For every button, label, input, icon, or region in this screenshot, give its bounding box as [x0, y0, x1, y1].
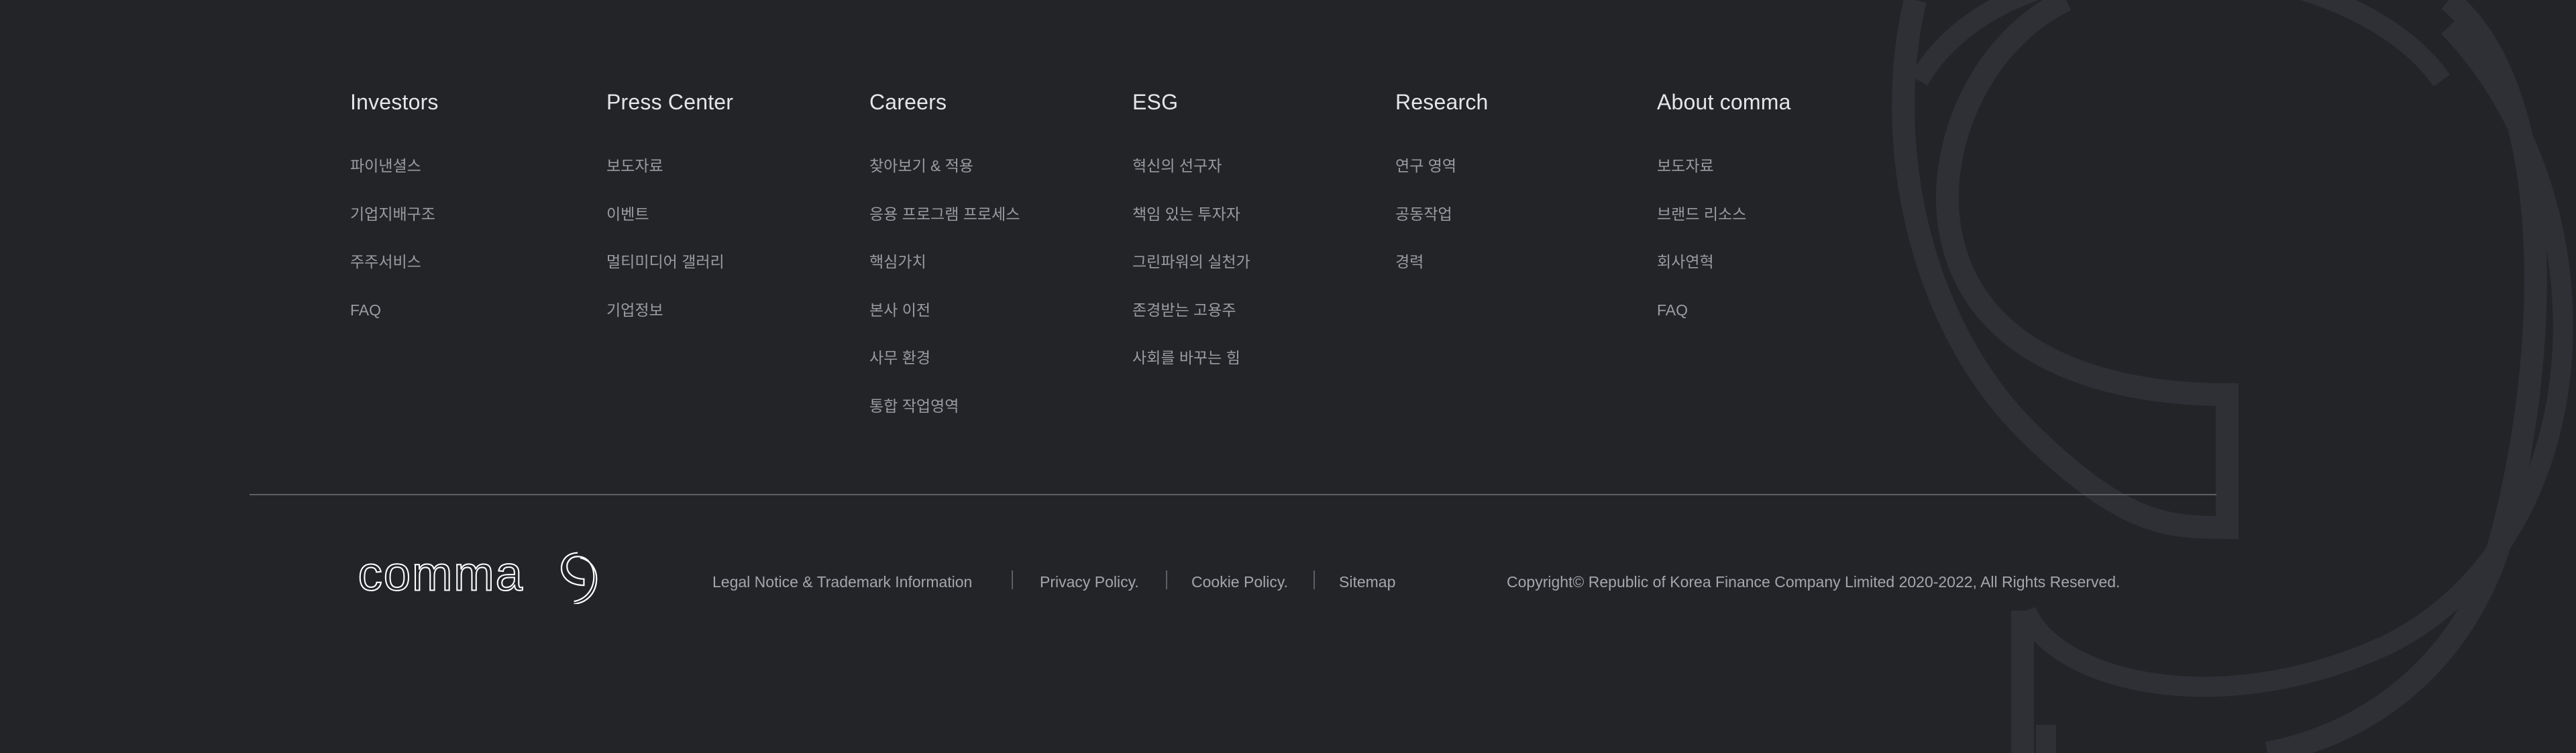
footer-link[interactable]: FAQ	[1657, 301, 1688, 319]
footer-column-title: Research	[1395, 90, 1489, 114]
footer-link[interactable]: FAQ	[350, 301, 381, 319]
footer-link[interactable]: 찾아보기 & 적용	[869, 157, 973, 174]
footer-link[interactable]: 이벤트	[606, 205, 649, 223]
link-separator	[1166, 570, 1167, 589]
sitemap-link[interactable]: Sitemap	[1339, 572, 1395, 592]
legal-notice-link[interactable]: Legal Notice & Trademark Information	[712, 572, 972, 592]
privacy-policy-link[interactable]: Privacy Policy.	[1040, 572, 1139, 592]
cookie-policy-link[interactable]: Cookie Policy.	[1191, 572, 1288, 592]
footer-link[interactable]: 그린파워의 실천가	[1132, 253, 1250, 270]
footer-link[interactable]: 경력	[1395, 253, 1424, 270]
footer-column-title: Investors	[350, 90, 439, 114]
link-separator	[1313, 570, 1315, 589]
footer-link[interactable]: 파이낸셜스	[350, 157, 421, 174]
footer-column-title: Press Center	[606, 90, 734, 114]
footer-link[interactable]: 보도자료	[1657, 157, 1714, 174]
footer-link[interactable]: 존경받는 고용주	[1132, 301, 1236, 319]
footer-link[interactable]: 핵심가치	[869, 253, 926, 270]
footer-link[interactable]: 멀티미디어 갤러리	[606, 253, 724, 270]
footer-link[interactable]: 기업지배구조	[350, 205, 435, 223]
footer-column-about-comma: About comma 보도자료 브랜드 리소스 회사연혁 FAQ	[1657, 89, 1791, 348]
footer-column-press-center: Press Center 보도자료 이벤트 멀티미디어 갤러리 기업정보	[606, 89, 733, 348]
footer-link[interactable]: 사무 환경	[869, 349, 930, 366]
footer-link[interactable]: 연구 영역	[1395, 157, 1456, 174]
footer-link[interactable]: 브랜드 리소스	[1657, 205, 1746, 223]
footer-divider	[250, 494, 2216, 495]
footer-column-esg: ESG 혁신의 선구자 책임 있는 투자자 그린파워의 실천가 존경받는 고용주…	[1132, 89, 1250, 396]
logo-wordmark: comma	[358, 550, 524, 601]
footer-link[interactable]: 응용 프로그램 프로세스	[869, 205, 1020, 223]
footer-link[interactable]: 공동작업	[1395, 205, 1452, 223]
footer-link[interactable]: 책임 있는 투자자	[1132, 205, 1240, 223]
footer-link[interactable]: 보도자료	[606, 157, 663, 174]
footer-link[interactable]: 사회를 바꾸는 힘	[1132, 349, 1240, 366]
footer-column-research: Research 연구 영역 공동작업 경력	[1395, 89, 1489, 300]
footer-column-title: About comma	[1657, 90, 1791, 114]
copyright-text: Copyright© Republic of Korea Finance Com…	[1507, 573, 2121, 591]
footer-column-careers: Careers 찾아보기 & 적용 응용 프로그램 프로세스 핵심가치 본사 이…	[869, 89, 1020, 444]
footer-link[interactable]: 회사연혁	[1657, 253, 1714, 270]
comma-logo[interactable]: comma	[349, 550, 612, 604]
footer-link[interactable]: 기업정보	[606, 301, 663, 319]
link-separator	[1012, 570, 1013, 589]
footer-column-investors: Investors 파이낸셜스 기업지배구조 주주서비스 FAQ	[350, 89, 439, 348]
footer-link[interactable]: 본사 이전	[869, 301, 930, 319]
footer-link[interactable]: 주주서비스	[350, 253, 421, 270]
footer-link[interactable]: 통합 작업영역	[869, 397, 959, 415]
footer-link[interactable]: 혁신의 선구자	[1132, 157, 1222, 174]
footer-column-title: Careers	[869, 90, 947, 114]
comma-logo-icon	[560, 552, 598, 604]
footer-column-title: ESG	[1132, 90, 1179, 114]
